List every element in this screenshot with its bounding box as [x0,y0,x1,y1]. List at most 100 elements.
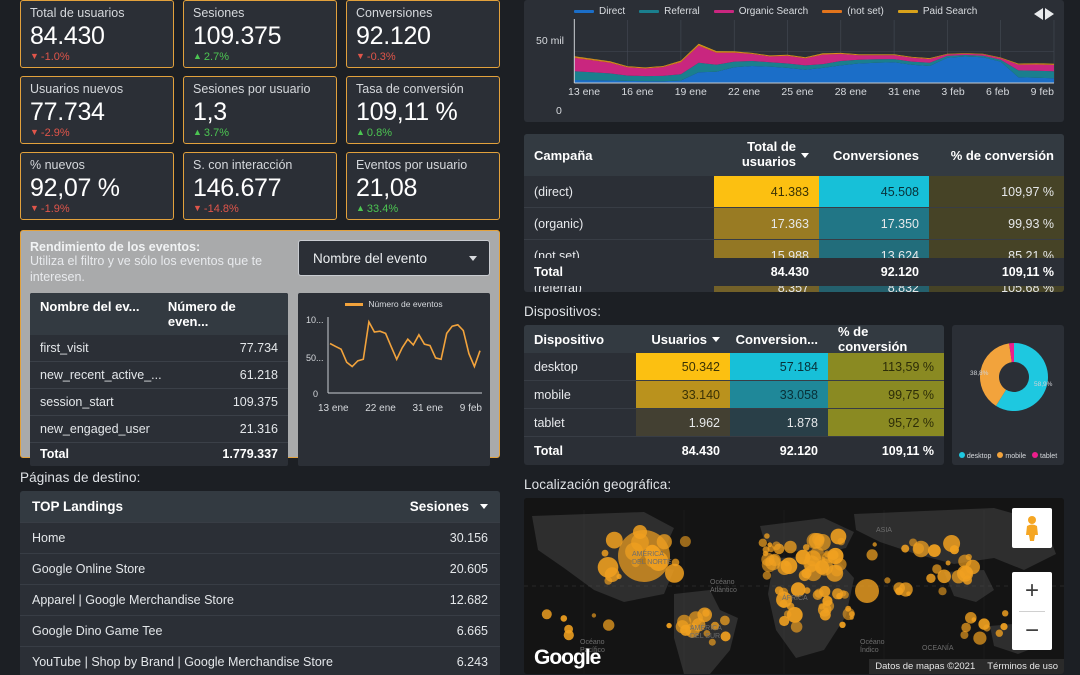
pegman-icon[interactable] [1012,508,1052,548]
arrow-down-icon: ▼ [193,203,202,214]
kpi-title: Total de usuarios [30,6,125,20]
device-users: 50.342 [636,353,730,380]
event-name-filter-label: Nombre del evento [313,250,428,266]
dashboard-page: Métricas generales: Tráfico: Total de us… [0,0,1080,675]
table-row: session_start 109.375 [30,389,288,417]
kpi-card: Conversiones 92.120 ▼ -0.3% [346,0,500,68]
landing-name: Google Dino Game Tee [32,624,163,638]
map-label-indian-2: Índico [860,645,879,654]
kpi-title: S. con interacción [193,158,293,172]
device-rate: 113,59 % [828,353,944,380]
map-bubble [790,621,803,633]
donut-legend-item[interactable]: tablet [1032,452,1057,460]
map-label-atlantic: Océano [710,579,735,586]
legend-item[interactable]: Direct [574,6,625,17]
devices-col-rate: % de conversión [838,325,908,354]
legend-item[interactable]: Paid Search [897,6,977,17]
kpi-value: 109.375 [193,21,282,50]
legend-item[interactable]: (not set) [822,6,884,17]
events-table-header: Nombre del ev... Número de even... [30,293,288,336]
sparkline-legend-label: Número de eventos [368,299,443,310]
traffic-xtick: 25 ene [781,86,814,98]
left-column: Total de usuarios 84.430 ▼ -1.0% Sesiones… [20,0,500,675]
kpi-delta: ▲ 0.8% [356,126,392,139]
device-rate: 95,72 % [828,409,944,436]
map-bubble [818,603,825,610]
event-count: 77.734 [239,341,278,356]
kpi-title: Sesiones [193,6,245,20]
zoom-in-button[interactable]: + [1012,572,1052,611]
map-terms-link[interactable]: Términos de uso [987,661,1058,672]
map-bubble [779,615,790,627]
landing-name: YouTube | Shop by Brand | Google Merchan… [32,655,333,669]
map-zoom-controls[interactable]: + − [1012,572,1052,650]
table-row: first_visit 77.734 [30,335,288,363]
campaign-users: 41.383 [714,176,819,207]
landings-table-header: TOP Landings Sesiones [20,491,500,522]
table-row: new_engaged_user 21.316 [30,416,288,444]
traffic-xtick: 28 ene [834,86,867,98]
map-bubble [604,567,620,583]
devices-table: Dispositivo Usuarios Conversion... % de … [524,325,944,465]
map-bubble [945,560,951,566]
campaign-total-label: Total [534,265,563,279]
campaign-name: (direct) [534,184,573,199]
campaign-total-users: 84.430 [770,265,809,279]
kpi-title: Conversiones [356,6,433,20]
landing-sessions: 6.665 [456,624,488,638]
landings-table: TOP Landings Sesiones Home 30.156 Google… [20,491,500,675]
landings-col-sessions[interactable]: Sesiones [410,499,488,514]
kpi-title: Tasa de conversión [356,82,464,96]
campaign-col-users[interactable]: Total de usuarios [714,139,819,170]
event-count: 109.375 [232,395,278,410]
geo-map[interactable]: ASIA ÁFRICA AMÉRICA DEL NORTE AMÉRICA DE… [524,498,1064,674]
traffic-xtick: 16 ene [621,86,654,98]
donut-svg: 58,9% 38,8% [970,342,1053,411]
device-users: 1.962 [636,409,730,436]
kpi-delta: ▼ -14.8% [193,202,239,215]
events-sparkline-chart: Número de eventos 10... 50... 0 13 ene 22… [298,293,490,467]
kpi-card: Usuarios nuevos 77.734 ▼ -2.9% [20,76,174,144]
donut-legend-item[interactable]: mobile [997,452,1026,460]
legend-item[interactable]: Referral [639,6,700,17]
devices-col-users[interactable]: Usuarios [636,332,730,347]
map-bubble [962,575,972,585]
arrow-up-icon: ▲ [193,51,202,62]
event-name-filter-dropdown[interactable]: Nombre del evento [298,240,490,276]
devices-col-device: Dispositivo [534,331,605,347]
table-row: (organic) 17.363 17.350 99,93 % [524,208,1064,240]
zoom-out-button[interactable]: − [1012,612,1052,651]
device-conv: 33.058 [730,381,828,408]
google-logo: Google [534,646,601,669]
traffic-xtick: 22 ene [728,86,761,98]
map-label-oceania: OCEANÍA [922,643,954,652]
sparkline-svg: 10... 50... 0 [306,315,482,399]
landing-sessions: 12.682 [449,593,488,607]
map-bubble [973,631,987,645]
chevron-down-icon [469,255,477,261]
map-bubble [834,559,839,565]
kpi-delta: ▼ -1.9% [30,202,70,215]
campaign-table: Campaña Total de usuarios Conversiones %… [524,134,1064,292]
kpi-value: 146.677 [193,173,282,202]
kpi-grid: Total de usuarios 84.430 ▼ -1.0% Sesiones… [20,0,500,220]
kpi-title: Sesiones por usuario [193,82,311,96]
sparkline-xtick: 9 feb [459,403,482,415]
donut-legend-item[interactable]: desktop [958,452,991,460]
map-bubble [720,615,730,626]
pegman-glyph [1026,516,1038,541]
kpi-value: 1,3 [193,97,227,126]
devices-table-header: Dispositivo Usuarios Conversion... % de … [524,325,944,354]
map-bubble [720,631,731,642]
campaign-total-conv: 92.120 [880,265,919,279]
campaign-col-users-label: Total de usuarios [741,139,796,169]
arrow-up-icon: ▲ [356,127,365,138]
map-bubble [805,554,811,560]
table-row: Google Online Store 20.605 [20,553,500,584]
legend-item[interactable]: Organic Search [713,6,808,17]
sort-desc-icon [801,152,809,158]
arrow-up-icon: ▲ [193,127,202,138]
map-bubble [1002,610,1009,617]
map-label-indian: Océano [860,639,885,646]
legend-swatch [822,10,843,13]
